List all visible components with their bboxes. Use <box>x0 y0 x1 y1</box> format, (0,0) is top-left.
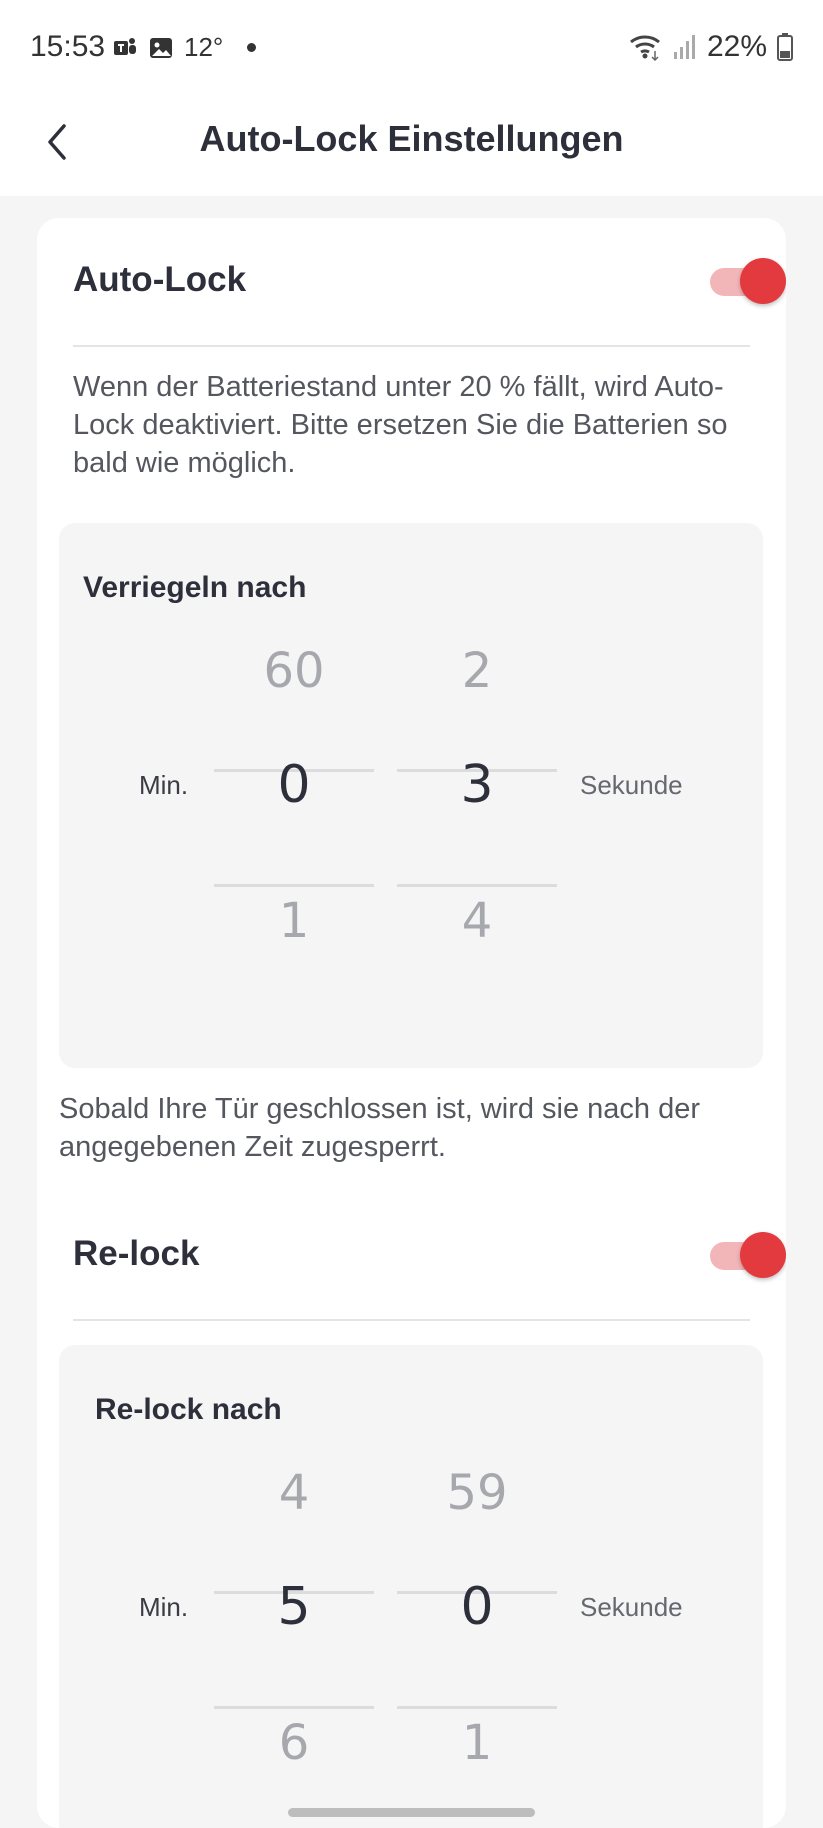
auto-lock-footer-text: Sobald Ihre Tür geschlossen ist, wird si… <box>59 1093 701 1163</box>
minutes-prev[interactable]: 60 <box>214 643 374 699</box>
picker-title: Verriegeln nach <box>83 571 307 604</box>
minutes-selected[interactable]: 0 <box>214 755 374 815</box>
seconds-next[interactable]: 4 <box>397 893 557 949</box>
seconds-selected[interactable]: 0 <box>397 1577 557 1637</box>
auto-lock-title: Auto-Lock <box>73 260 247 299</box>
auto-lock-row: Auto-Lock <box>73 246 786 316</box>
re-lock-row: Re-lock <box>73 1220 786 1290</box>
seconds-unit-label: Sekunde <box>580 1592 683 1622</box>
home-indicator[interactable] <box>288 1808 535 1817</box>
divider <box>73 345 750 347</box>
seconds-prev[interactable]: 2 <box>397 643 557 699</box>
page-title: Auto-Lock Einstellungen <box>199 118 624 159</box>
seconds-selected[interactable]: 3 <box>397 755 557 815</box>
status-time: 15:53 <box>30 30 106 63</box>
selection-line-bottom <box>397 1706 557 1709</box>
lock-after-picker: Verriegeln nach Min. 60 0 1 2 3 4 Sekund… <box>59 523 763 1068</box>
re-lock-title: Re-lock <box>73 1234 200 1273</box>
auto-lock-description: Wenn der Batteriestand unter 20 % fällt,… <box>73 371 728 479</box>
minutes-prev[interactable]: 4 <box>214 1465 374 1521</box>
toggle-knob <box>740 258 786 304</box>
wifi-icon <box>629 35 660 61</box>
minutes-selected[interactable]: 5 <box>214 1577 374 1637</box>
status-temperature: 12° <box>184 32 224 62</box>
minutes-unit-label: Min. <box>139 1592 189 1622</box>
status-notification-icons: 12° <box>112 32 257 63</box>
status-bar: 15:53 12° 22% <box>0 0 823 96</box>
divider <box>73 1319 750 1321</box>
toggle-knob <box>740 1232 786 1278</box>
picker-title: Re-lock nach <box>95 1393 282 1426</box>
selection-line-bottom <box>397 884 557 887</box>
notification-dot <box>247 43 257 52</box>
re-lock-toggle[interactable] <box>710 1232 786 1278</box>
auto-lock-toggle[interactable] <box>710 258 786 304</box>
minutes-unit-label: Min. <box>139 770 189 800</box>
battery-percent: 22% <box>706 30 767 63</box>
status-system-icons: 22% <box>629 30 793 64</box>
seconds-prev[interactable]: 59 <box>397 1465 557 1521</box>
selection-line-bottom <box>214 1706 374 1709</box>
seconds-unit-label: Sekunde <box>580 770 683 800</box>
settings-card: Auto-Lock Wenn der Batteriestand unter 2… <box>37 218 786 1828</box>
app-bar: Auto-Lock Einstellungen <box>0 96 823 196</box>
teams-icon <box>114 37 136 55</box>
selection-line-bottom <box>214 884 374 887</box>
minutes-next[interactable]: 6 <box>214 1715 374 1771</box>
battery-icon <box>777 33 793 61</box>
seconds-next[interactable]: 1 <box>397 1715 557 1771</box>
minutes-next[interactable]: 1 <box>214 893 374 949</box>
signal-icon <box>673 35 695 59</box>
re-lock-after-picker: Re-lock nach Min. 4 5 6 59 0 1 Sekunde <box>59 1345 763 1828</box>
gallery-icon <box>150 37 172 58</box>
